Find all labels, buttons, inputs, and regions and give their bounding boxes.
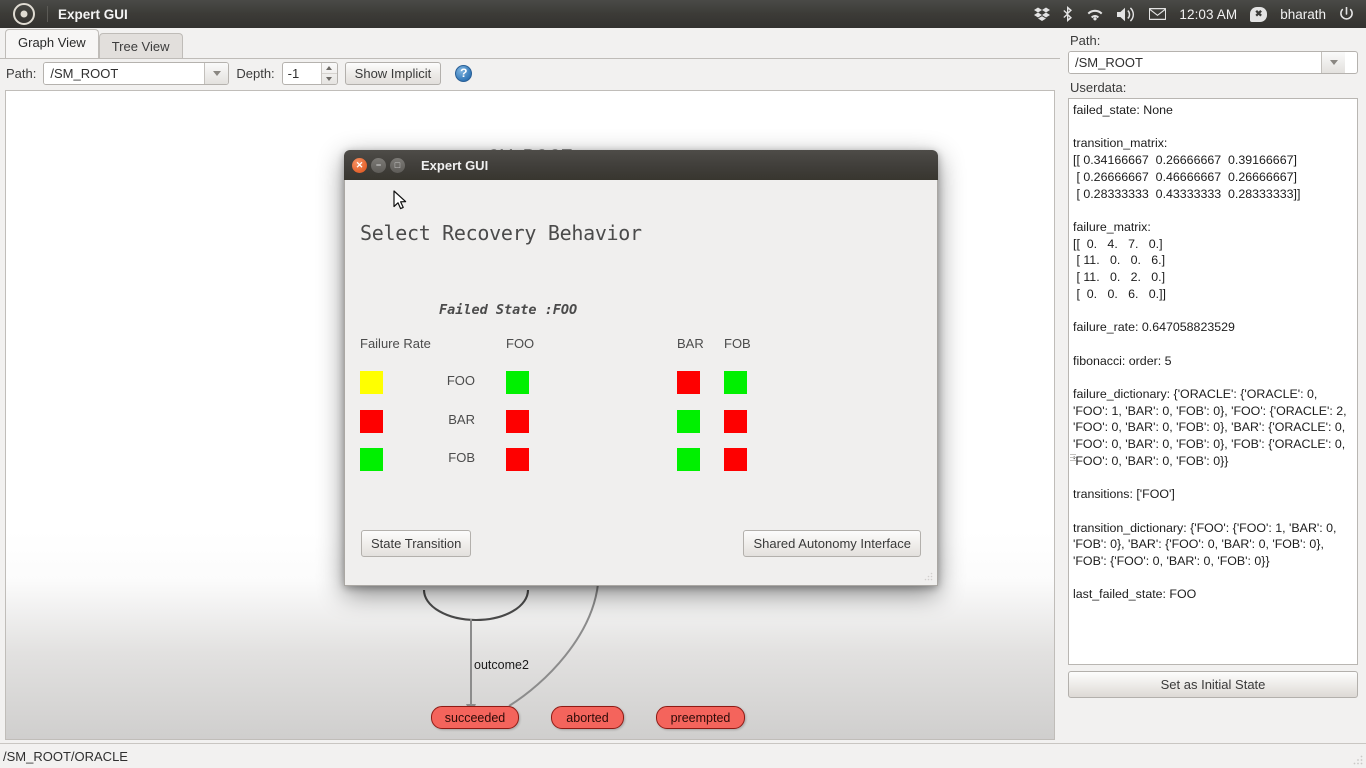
- grid-cell-bar-foo[interactable]: [506, 410, 529, 433]
- path-label: Path:: [6, 65, 37, 81]
- depth-stepper[interactable]: [320, 62, 337, 84]
- username-label[interactable]: bharath: [1280, 7, 1326, 22]
- user-status-icon[interactable]: [1250, 6, 1268, 22]
- userdata-content: failed_state: None transition_matrix: [[…: [1073, 103, 1347, 602]
- column-header-fob: FOB: [724, 336, 751, 351]
- shared-autonomy-interface-button[interactable]: Shared Autonomy Interface: [743, 530, 921, 557]
- grid-cell-foo-fob[interactable]: [724, 371, 747, 394]
- clock-label[interactable]: 12:03 AM: [1179, 7, 1237, 22]
- graph-toolbar: Path: /SM_ROOT Depth: -1 Show Implicit ?: [0, 59, 1060, 87]
- graph-node-succeeded[interactable]: succeeded: [431, 706, 519, 729]
- grid-cell-fob-fob[interactable]: [724, 448, 747, 471]
- dialog-body: Select Recovery Behavior Failed State :F…: [344, 180, 938, 586]
- grid-cell-fob-foo[interactable]: [506, 448, 529, 471]
- panel-app-title: Expert GUI: [58, 6, 128, 22]
- row-header-fob: FOB: [448, 450, 475, 465]
- close-icon[interactable]: ✕: [352, 157, 367, 173]
- edge-label-outcome2: outcome2: [474, 658, 529, 672]
- statusbar-path: /SM_ROOT/ORACLE: [3, 748, 128, 764]
- right-pane: Path: /SM_ROOT Userdata: failed_state: N…: [1060, 28, 1366, 768]
- unity-top-panel: Expert GUI 12:03 AM bharath: [0, 0, 1366, 28]
- depth-label: Depth:: [236, 65, 275, 81]
- minimize-icon[interactable]: −: [371, 157, 386, 173]
- help-icon[interactable]: ?: [455, 64, 473, 82]
- right-path-label: Path:: [1070, 33, 1101, 48]
- ubuntu-logo-icon[interactable]: [13, 3, 35, 25]
- depth-spinbox-value: -1: [287, 65, 300, 81]
- grid-cell-foo-bar[interactable]: [677, 371, 700, 394]
- column-header-bar: BAR: [677, 336, 704, 351]
- tab-graph-view[interactable]: Graph View: [5, 29, 99, 58]
- grid-cell-bar-bar[interactable]: [677, 410, 700, 433]
- row-header-bar: BAR: [448, 412, 475, 427]
- userdata-label: Userdata:: [1070, 80, 1127, 95]
- maximize-icon[interactable]: □: [390, 157, 405, 173]
- state-transition-button[interactable]: State Transition: [361, 530, 472, 557]
- grid-cell-bar-fob[interactable]: [724, 410, 747, 433]
- depth-spinbox[interactable]: -1: [281, 61, 338, 85]
- chevron-down-icon[interactable]: [204, 62, 229, 84]
- grid-cell-fob-bar[interactable]: [677, 448, 700, 471]
- show-implicit-button[interactable]: Show Implicit: [344, 61, 442, 85]
- dropbox-icon[interactable]: [1034, 7, 1051, 22]
- tab-tree-view[interactable]: Tree View: [98, 33, 183, 60]
- path-combobox[interactable]: /SM_ROOT: [43, 61, 230, 85]
- statusbar: /SM_ROOT/ORACLE: [0, 743, 1060, 768]
- dialog-titlebar[interactable]: ✕ − □ Expert GUI: [344, 150, 938, 180]
- graph-node-preempted[interactable]: preempted: [656, 706, 745, 729]
- dialog-heading: Select Recovery Behavior: [360, 221, 642, 245]
- panel-divider: [47, 6, 48, 22]
- grid-cell-foo-foo[interactable]: [506, 371, 529, 394]
- screen: Expert GUI 12:03 AM bharath: [0, 0, 1366, 768]
- stepper-up-icon[interactable]: [321, 63, 337, 74]
- path-combobox-value: /SM_ROOT: [44, 62, 205, 84]
- resize-grip-icon[interactable]: [1353, 755, 1363, 765]
- volume-icon[interactable]: [1117, 6, 1136, 22]
- mail-icon[interactable]: [1149, 8, 1167, 20]
- failed-state-line: Failed State :FOO: [439, 302, 578, 318]
- recovery-behavior-dialog: ✕ − □ Expert GUI Select Recovery Behavio…: [344, 150, 938, 586]
- dialog-resize-grip-icon[interactable]: [924, 572, 933, 581]
- view-tabbar: Graph View Tree View: [5, 29, 183, 60]
- power-icon[interactable]: [1339, 6, 1354, 22]
- failure-rate-header: Failure Rate: [360, 336, 431, 351]
- right-path-combobox[interactable]: /SM_ROOT: [1068, 51, 1358, 74]
- stepper-down-icon[interactable]: [322, 74, 337, 84]
- graph-node-aborted[interactable]: aborted: [551, 706, 624, 729]
- failure-rate-cell-fob[interactable]: [360, 448, 383, 471]
- failure-rate-cell-bar[interactable]: [360, 410, 383, 433]
- bluetooth-icon[interactable]: [1063, 6, 1073, 22]
- right-pane-divider: [1060, 743, 1366, 744]
- row-header-foo: FOO: [446, 373, 475, 388]
- right-path-combobox-value: /SM_ROOT: [1069, 52, 1321, 73]
- scrollbar-grip[interactable]: [1070, 454, 1076, 464]
- chevron-down-icon[interactable]: [1321, 52, 1345, 73]
- failure-rate-cell-foo[interactable]: [360, 371, 383, 394]
- column-header-foo: FOO: [506, 336, 535, 351]
- set-as-initial-state-button[interactable]: Set as Initial State: [1068, 671, 1358, 698]
- wifi-icon[interactable]: [1086, 7, 1104, 21]
- system-tray: 12:03 AM bharath: [1034, 6, 1366, 22]
- dialog-title: Expert GUI: [421, 157, 489, 173]
- userdata-textbox[interactable]: failed_state: None transition_matrix: [[…: [1068, 98, 1358, 665]
